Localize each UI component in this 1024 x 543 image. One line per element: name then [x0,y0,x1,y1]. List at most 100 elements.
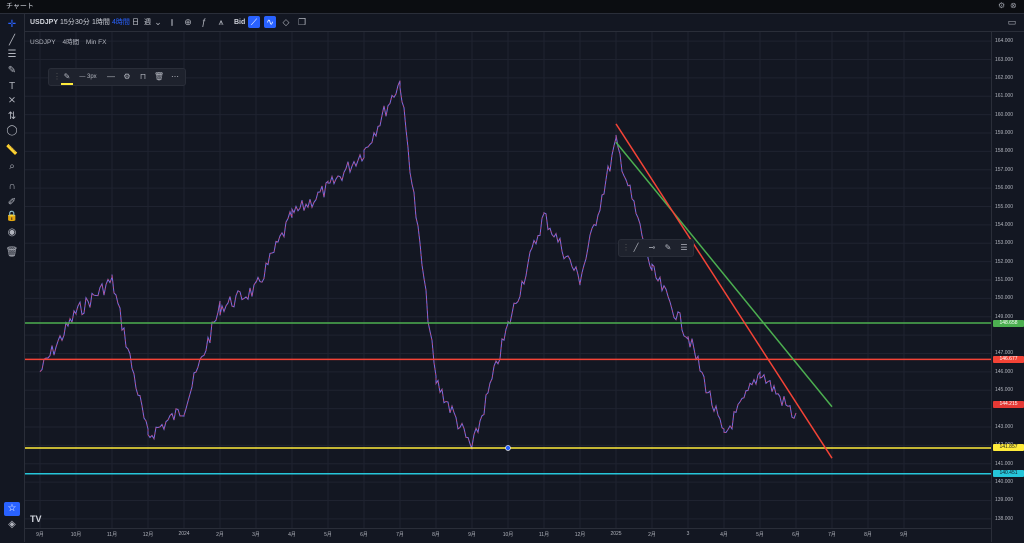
price-label: 140.451 [993,470,1024,478]
horizontal-line-icon[interactable]: ⊸ [646,242,658,254]
price-line [39,80,797,450]
shape-icon[interactable]: ◯ [4,124,20,138]
legend-source: Min FX [85,39,107,46]
magnet-icon[interactable]: ∩ [4,180,20,194]
x-tick-label: 2月 [648,532,656,538]
drawing-toolbar-secondary: ⋮ ╱ ⊸ ✎ ☰ [618,239,694,257]
pattern-icon[interactable]: ⨯ [4,94,20,108]
bid-button[interactable]: Bid [234,17,245,28]
layers-icon[interactable]: ◈ [4,518,20,532]
x-tick-label: 7月 [396,532,404,538]
y-tick-label: 146.000 [995,368,1014,375]
legend-interval: 4時間 [62,39,80,46]
interval-15m[interactable]: 15分 [60,17,75,28]
x-tick-label: 11月 [538,532,550,538]
chart-grid [25,32,991,528]
x-tick-label: 6月 [792,532,800,538]
y-tick-label: 143.000 [995,423,1014,430]
interval-1h[interactable]: 1時間 [92,17,110,28]
indicators-icon[interactable]: ƒ [198,16,210,28]
x-tick-label: 3 [686,531,690,537]
fib-icon[interactable]: ☰ [4,48,20,62]
text-icon[interactable]: T [4,80,20,94]
price-label: 144.215 [993,401,1024,409]
y-tick-label: 156.000 [995,185,1014,192]
chevron-down-icon[interactable]: ⌄ [152,16,164,28]
line-chart-icon[interactable]: ⟋ [248,16,260,28]
window-titlebar: チャート ⚙ ⊗ [0,0,1024,14]
y-tick-label: 149.000 [995,313,1014,320]
top-toolbar: USDJPY 15分 30分 1時間 4時間 日 週 ⌄ ⫾ ⊕ ƒ ⩚ Bid… [24,14,1024,32]
x-tick-label: 2025 [610,531,622,537]
price-line-overlay [39,80,797,450]
close-icon[interactable]: ⊗ [1010,1,1017,10]
x-tick-label: 8月 [432,532,440,538]
favorites-icon[interactable]: ☆ [4,502,20,516]
y-tick-label: 159.000 [995,130,1014,137]
x-tick-label: 4月 [720,532,728,538]
x-tick-label: 7月 [828,532,836,538]
position-icon[interactable]: ⇅ [4,110,20,124]
gear-icon[interactable]: ⚙ [998,1,1005,10]
lock-icon[interactable]: ⊓ [137,71,149,83]
fib-icon[interactable]: ☰ [678,242,690,254]
lock-icon[interactable]: 🔒 [4,210,20,224]
eye-icon[interactable]: ◉ [4,226,20,240]
alert-icon[interactable]: ◇ [280,16,292,28]
candles-icon[interactable]: ⫾ [166,16,178,28]
trendline-icon[interactable]: ╱ [630,242,642,254]
fullscreen-icon[interactable]: ▭ [1006,16,1018,28]
drawing-tools-sidebar: ✛ ╱ ☰ ✎ T ⨯ ⇅ ◯ 📏 ⌕ ∩ ✐ 🔒 ◉ 🗑 ☆ ◈ [0,14,25,542]
y-tick-label: 152.000 [995,258,1014,265]
x-tick-label: 2月 [216,532,224,538]
tradingview-logo[interactable]: TV [30,514,42,524]
stay-drawing-icon[interactable]: ✐ [4,196,20,210]
trash-icon[interactable]: 🗑 [4,246,20,260]
zoom-icon[interactable]: ⌕ [4,160,20,174]
templates-icon[interactable]: ⩚ [215,16,227,28]
wave-icon[interactable]: ∿ [264,16,276,28]
cursor-icon[interactable]: ✛ [4,18,20,32]
x-tick-label: 9月 [468,532,476,538]
anchor-dot [505,445,511,451]
price-axis[interactable]: 164.000 163.000 162.000 161.000 160.000 159.0… [991,32,1024,542]
pencil-color-icon[interactable]: ✎ [61,71,73,85]
interval-1d[interactable]: 日 [132,17,139,28]
line-width-select[interactable]: — 3px [77,71,99,83]
x-tick-label: 8月 [864,532,872,538]
y-tick-label: 153.000 [995,240,1014,247]
trash-icon[interactable]: 🗑 [153,71,165,83]
price-chart[interactable] [25,32,991,528]
x-tick-label: 3月 [252,532,260,538]
drawing-toolbar: ⋮ ✎ — 3px — ⚙ ⊓ 🗑 ⋯ [48,68,186,86]
y-tick-label: 150.000 [995,295,1014,302]
settings-icon[interactable]: ⚙ [121,71,133,83]
x-tick-label: 5月 [756,532,764,538]
brush-icon[interactable]: ✎ [662,242,674,254]
y-tick-label: 158.000 [995,148,1014,155]
y-tick-label: 140.000 [995,479,1014,486]
price-series [39,80,797,450]
more-icon[interactable]: ⋯ [169,71,181,83]
add-indicator-icon[interactable]: ⊕ [182,16,194,28]
x-tick-label: 9月 [900,532,908,538]
window-title: チャート [6,3,34,10]
y-tick-label: 154.000 [995,221,1014,228]
line-style-icon[interactable]: — [105,71,117,83]
line-width-label: 3px [86,74,97,80]
layout-icon[interactable]: ❐ [296,16,308,28]
brush-icon[interactable]: ✎ [4,64,20,78]
x-tick-label: 10月 [70,532,82,538]
interval-4h[interactable]: 4時間 [112,17,130,28]
symbol-search[interactable]: USDJPY [30,17,58,28]
ruler-icon[interactable]: 📏 [4,144,20,158]
y-tick-label: 157.000 [995,166,1014,173]
time-axis[interactable]: 9月 10月 11月 12月 2024 2月 3月 4月 5月 6月 7月 8月 9月 10月 11月 12月… [25,528,991,543]
x-tick-label: 11月 [106,532,118,538]
x-tick-label: 10月 [502,532,514,538]
y-tick-label: 155.000 [995,203,1014,210]
trendline-icon[interactable]: ╱ [4,34,20,48]
interval-1w[interactable]: 週 [144,17,151,28]
interval-30m[interactable]: 30分 [75,17,90,28]
x-tick-label: 5月 [324,532,332,538]
